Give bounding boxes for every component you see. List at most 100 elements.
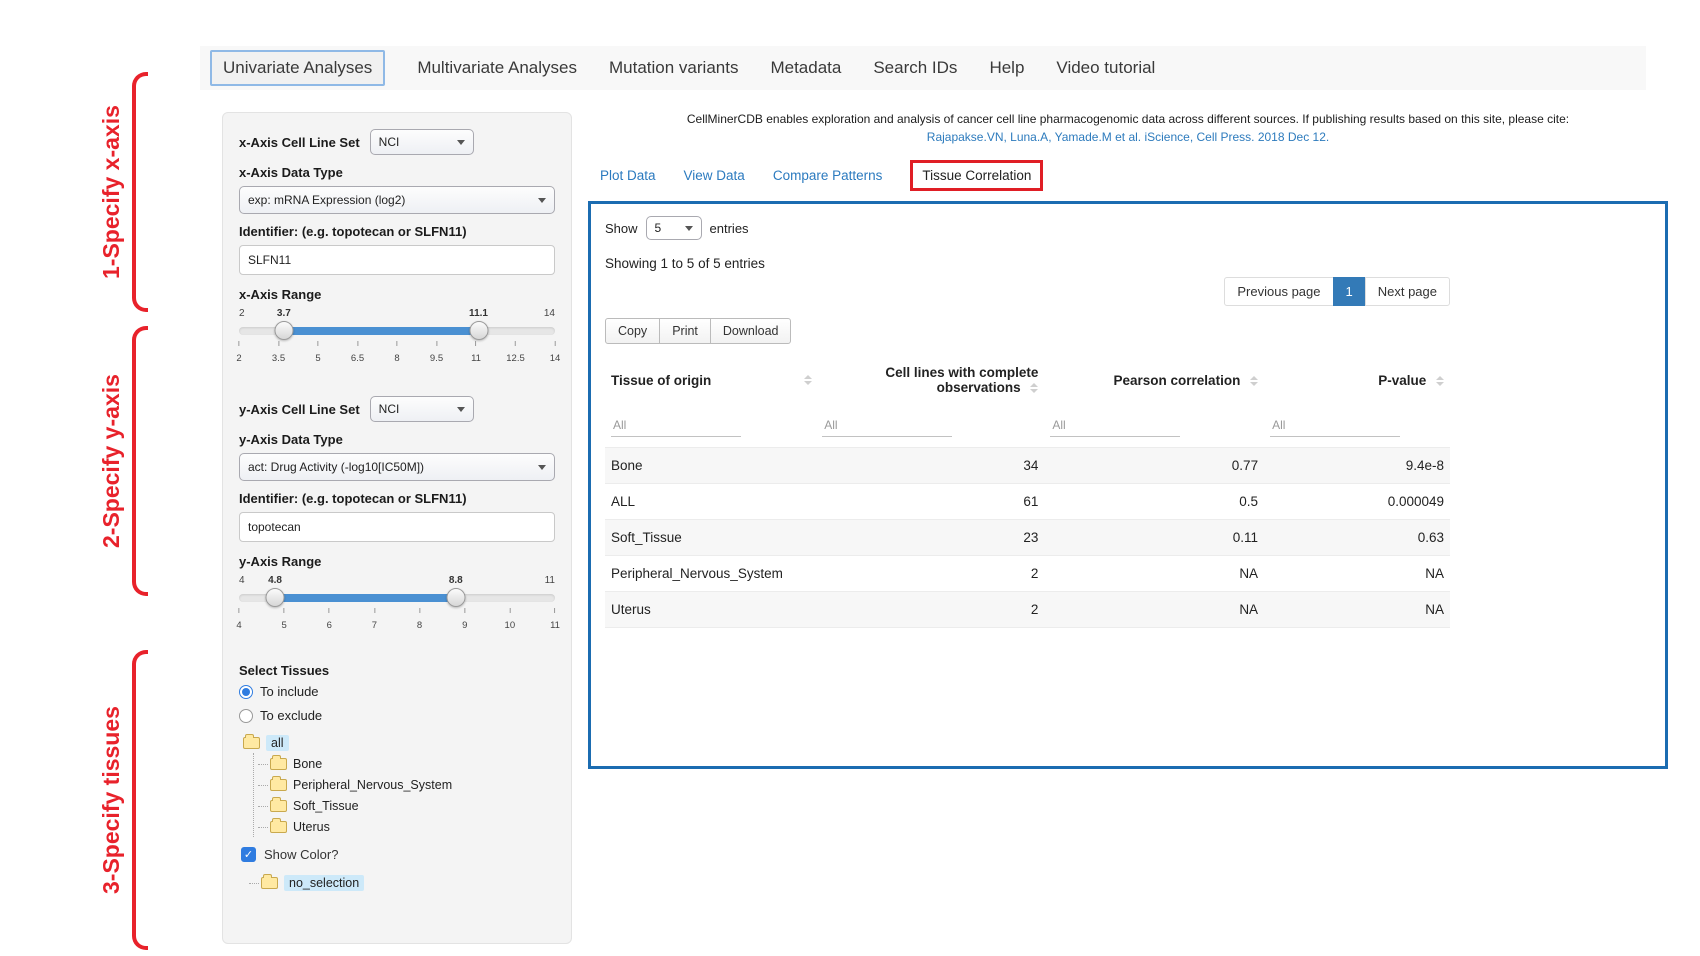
x-identifier-input[interactable] (239, 245, 555, 275)
y-identifier-input[interactable] (239, 512, 555, 542)
y-range-handle-low[interactable] (266, 588, 285, 607)
page-1-button[interactable]: 1 (1333, 277, 1366, 306)
tick: 3.5 (272, 341, 285, 366)
sort-icon (1030, 383, 1038, 393)
x-range-max-label: 14 (544, 308, 555, 319)
y-axis-range-slider: 4 4.8 8.8 11 4 5 6 7 8 9 10 11 (239, 575, 555, 637)
x-cell-line-set-select[interactable]: NCI (370, 129, 474, 155)
y-range-max-label: 11 (545, 575, 555, 586)
column-header-label: P-value (1378, 373, 1426, 388)
annotation-step1-text: 1-Specify x-axis (98, 72, 125, 312)
download-button[interactable]: Download (710, 318, 792, 344)
annotation-step3-text: 3-Specify tissues (98, 650, 125, 950)
export-button-group: Copy Print Download (605, 318, 1450, 344)
x-range-min-label: 2 (239, 308, 245, 319)
filter-input-tissue[interactable] (611, 414, 741, 437)
tree-node-all[interactable]: all (243, 732, 555, 753)
y-range-track[interactable] (239, 594, 555, 602)
next-page-button[interactable]: Next page (1365, 277, 1450, 306)
y-range-high-label: 8.8 (449, 575, 463, 586)
print-button[interactable]: Print (659, 318, 711, 344)
table-row[interactable]: Peripheral_Nervous_System 2 NA NA (605, 556, 1450, 592)
cell-tissue: ALL (605, 484, 816, 520)
tree-node-bone[interactable]: Bone (258, 753, 555, 774)
tick: 11 (471, 341, 481, 366)
y-cell-line-set-select[interactable]: NCI (370, 396, 474, 422)
y-data-type-select[interactable]: act: Drug Activity (-log10[IC50M]) (239, 453, 555, 481)
show-label: Show (605, 221, 638, 236)
x-range-track[interactable] (239, 327, 555, 335)
cell-p-value: 0.000049 (1264, 484, 1450, 520)
tree-node-uterus[interactable]: Uterus (258, 816, 555, 837)
radio-icon (239, 685, 253, 699)
include-radio[interactable]: To include (239, 684, 555, 699)
tree-node-no-selection[interactable]: no_selection (249, 872, 555, 893)
tab-view-data[interactable]: View Data (684, 168, 745, 183)
show-color-label: Show Color? (264, 847, 338, 862)
x-range-handle-low[interactable] (274, 321, 293, 340)
prev-page-button[interactable]: Previous page (1224, 277, 1333, 306)
tab-video-tutorial[interactable]: Video tutorial (1056, 58, 1155, 78)
chevron-down-icon (685, 226, 693, 231)
tick: 5 (315, 341, 320, 366)
tissue-correlation-table: Tissue of origin Cell lines with complet… (605, 356, 1450, 628)
table-row[interactable]: Bone 34 0.77 9.4e-8 (605, 448, 1450, 484)
y-range-handle-high[interactable] (446, 588, 465, 607)
tab-compare-patterns[interactable]: Compare Patterns (773, 168, 883, 183)
column-header-p-value[interactable]: P-value (1264, 356, 1450, 404)
tick: 14 (550, 341, 561, 366)
table-row[interactable]: Soft_Tissue 23 0.11 0.63 (605, 520, 1450, 556)
exclude-radio[interactable]: To exclude (239, 708, 555, 723)
cell-count: 2 (816, 592, 1044, 628)
column-header-cell-lines[interactable]: Cell lines with complete observations (816, 356, 1044, 404)
select-tissues-label: Select Tissues (239, 663, 555, 678)
radio-icon (239, 709, 253, 723)
tree-node-no-selection-label: no_selection (284, 875, 364, 891)
cell-pearson: 0.11 (1044, 520, 1264, 556)
show-color-checkbox[interactable]: Show Color? (241, 847, 555, 862)
page-size-select[interactable]: 5 (646, 216, 702, 240)
tab-help[interactable]: Help (989, 58, 1024, 78)
filter-input-pearson[interactable] (1050, 414, 1180, 437)
table-row[interactable]: Uterus 2 NA NA (605, 592, 1450, 628)
tab-search-ids[interactable]: Search IDs (873, 58, 957, 78)
tick: 4 (236, 608, 241, 633)
annotation-bracket-3 (132, 650, 148, 950)
filter-input-cell-lines[interactable] (822, 414, 952, 437)
column-header-tissue-of-origin[interactable]: Tissue of origin (605, 356, 816, 404)
tab-univariate-analyses[interactable]: Univariate Analyses (210, 50, 385, 86)
tree-node-peripheral-nervous-system[interactable]: Peripheral_Nervous_System (258, 774, 555, 795)
x-range-high-label: 11.1 (469, 308, 488, 319)
tick: 10 (505, 608, 516, 633)
tab-plot-data[interactable]: Plot Data (600, 168, 656, 183)
tab-mutation-variants[interactable]: Mutation variants (609, 58, 738, 78)
table-row[interactable]: ALL 61 0.5 0.000049 (605, 484, 1450, 520)
cell-p-value: 0.63 (1264, 520, 1450, 556)
sort-icon (1436, 376, 1444, 386)
citation-link[interactable]: Rajapakse.VN, Luna.A, Yamade.M et al. iS… (588, 130, 1668, 144)
x-cell-line-set-label: x-Axis Cell Line Set (239, 135, 360, 150)
x-range-handle-high[interactable] (469, 321, 488, 340)
tab-multivariate-analyses[interactable]: Multivariate Analyses (417, 58, 577, 78)
tree-node-bone-label: Bone (293, 757, 322, 771)
y-range-ticks: 4 5 6 7 8 9 10 11 (239, 608, 555, 630)
filter-input-p-value[interactable] (1270, 414, 1400, 437)
tab-metadata[interactable]: Metadata (770, 58, 841, 78)
column-header-label: Pearson correlation (1114, 373, 1241, 388)
tick: 5 (282, 608, 287, 633)
x-data-type-value: exp: mRNA Expression (log2) (248, 193, 405, 207)
tick: 8 (417, 608, 422, 633)
x-range-low-label: 3.7 (277, 308, 291, 319)
tick: 9.5 (430, 341, 443, 366)
pagination: Previous page 1 Next page (605, 277, 1450, 306)
annotation-step1: 1-Specify x-axis (98, 72, 148, 312)
tree-node-soft-tissue[interactable]: Soft_Tissue (258, 795, 555, 816)
column-header-pearson-correlation[interactable]: Pearson correlation (1044, 356, 1264, 404)
tab-tissue-correlation[interactable]: Tissue Correlation (910, 160, 1043, 191)
cell-p-value: NA (1264, 592, 1450, 628)
analysis-tabs: Plot Data View Data Compare Patterns Tis… (600, 160, 1668, 191)
x-data-type-select[interactable]: exp: mRNA Expression (log2) (239, 186, 555, 214)
copy-button[interactable]: Copy (605, 318, 660, 344)
table-filter-row (605, 404, 1450, 448)
x-data-type-label: x-Axis Data Type (239, 165, 555, 180)
